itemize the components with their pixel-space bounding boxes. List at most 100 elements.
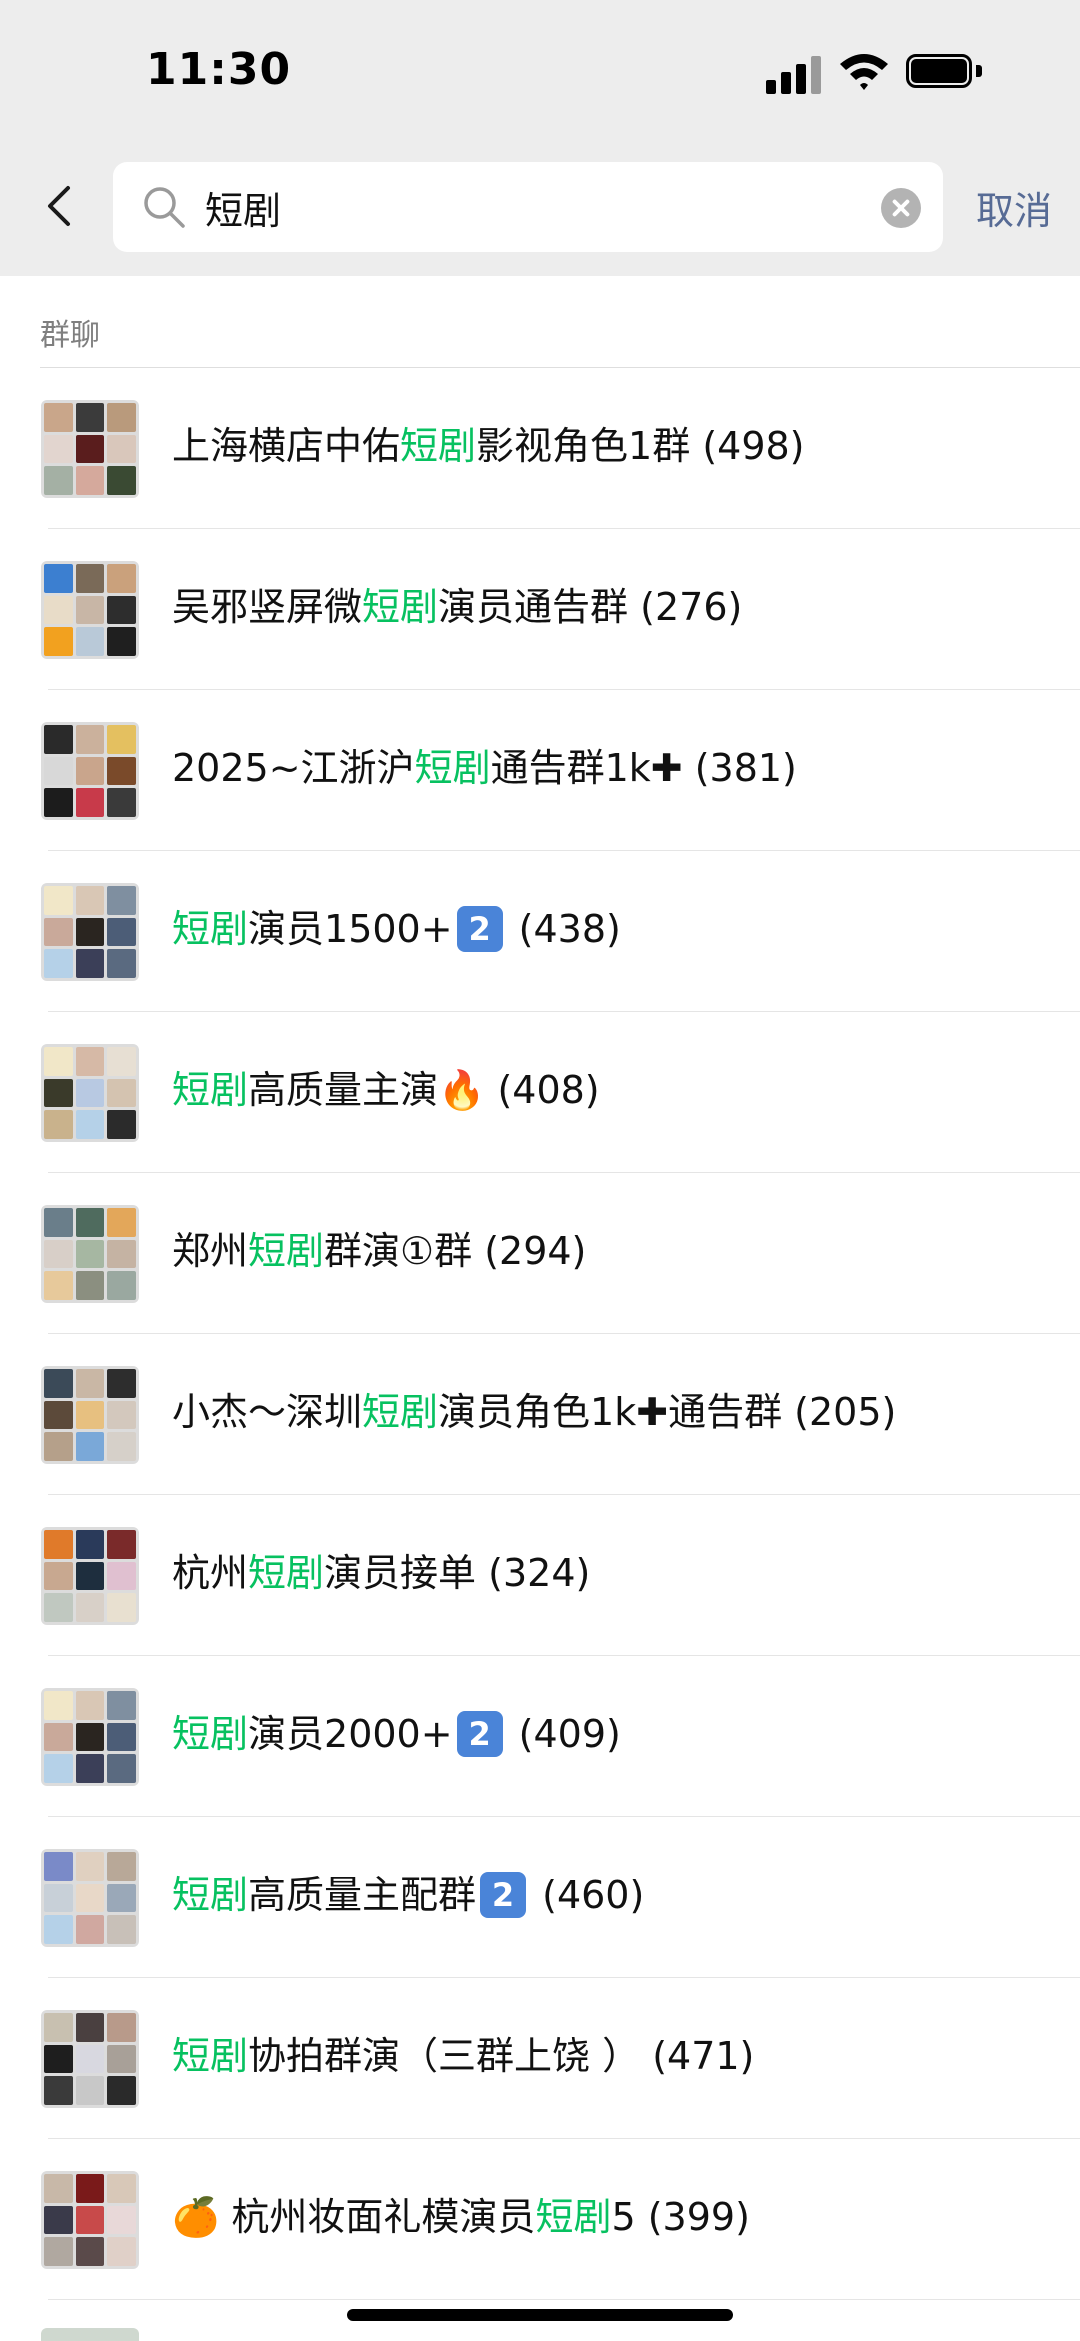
keyword-highlight: 短剧 (362, 585, 439, 629)
keyword-highlight: 短剧 (172, 1068, 249, 1112)
group-name: 短剧演员2000+ 2 (409) (172, 1704, 621, 1764)
group-name: 杭州短剧演员接单 (324) (172, 1543, 590, 1603)
group-name-suffix: 通告群1k (490, 746, 651, 790)
leading-emoji: 🍊 (172, 2195, 220, 2239)
status-bar: 11:30 (0, 0, 1080, 140)
group-avatar (41, 1688, 139, 1786)
keyword-highlight: 短剧 (414, 746, 491, 790)
group-chat-result-row[interactable]: 短剧高质量主配群 2 (460) (0, 1817, 1080, 1978)
keycap-badge: 2 (456, 906, 503, 952)
group-chat-result-row[interactable]: 杭州短剧演员接单 (324) (0, 1495, 1080, 1656)
group-name-prefix: 杭州 (172, 1551, 249, 1595)
group-name: 郑州短剧群演①群 (294) (172, 1221, 586, 1281)
group-chat-result-row[interactable]: 小杰～深圳短剧演员角色1k✚通告群 (205) (0, 1334, 1080, 1495)
group-chat-result-row[interactable]: 短剧协拍群演（三群上饶 ） (471) (0, 1978, 1080, 2139)
group-name: 上海横店中佑短剧影视角色1群 (498) (172, 416, 805, 476)
member-count: (399) (647, 2195, 750, 2239)
status-time: 11:30 (146, 44, 292, 95)
keyword-highlight: 短剧 (172, 1873, 249, 1917)
group-avatar (41, 2010, 139, 2108)
group-name-suffix: 高质量主配群 (248, 1873, 477, 1917)
group-name: 短剧演员1500+ 2 (438) (172, 899, 621, 959)
group-chat-result-row[interactable]: 短剧演员1500+ 2 (438) (0, 851, 1080, 1012)
section-header: 群聊 (0, 276, 1080, 368)
member-count: (471) (652, 2034, 755, 2078)
group-avatar (41, 561, 139, 659)
keyword-highlight: 短剧 (172, 907, 249, 951)
section-title: 群聊 (40, 318, 100, 353)
group-avatar (41, 722, 139, 820)
keycap-badge: 2 (480, 1872, 527, 1918)
cancel-button[interactable]: 取消 (976, 180, 1052, 235)
member-count: (408) (497, 1068, 600, 1112)
group-name-prefix: 2025~江浙沪 (172, 746, 415, 790)
group-avatar (41, 2171, 139, 2269)
member-count: (276) (640, 585, 743, 629)
group-avatar (41, 400, 139, 498)
group-name-prefix: 杭州妆面礼模演员 (231, 2195, 536, 2239)
group-name-suffix: 演员1500+ (248, 907, 453, 951)
group-name-prefix: 郑州 (172, 1229, 249, 1273)
group-avatar (41, 1366, 139, 1464)
clear-search-icon[interactable] (881, 188, 921, 228)
group-name: 2025~江浙沪短剧通告群1k✚ (381) (172, 738, 797, 798)
member-count: (381) (694, 746, 797, 790)
search-icon (144, 187, 185, 228)
keyword-highlight: 短剧 (248, 1229, 325, 1273)
group-name-suffix: 高质量主演 (248, 1068, 439, 1112)
group-chat-result-row[interactable]: 郑州短剧群演①群 (294) (0, 1173, 1080, 1334)
plus-emoji: ✚ (650, 746, 683, 790)
member-count: (460) (542, 1873, 645, 1917)
wifi-icon (840, 54, 888, 90)
keyword-highlight: 短剧 (400, 424, 477, 468)
keyword-highlight: 短剧 (248, 1551, 325, 1595)
group-name: 短剧高质量主配群 2 (460) (172, 1865, 644, 1925)
group-name-suffix: 5 (611, 2195, 636, 2239)
group-name: 短剧协拍群演（三群上饶 ） (471) (172, 2026, 754, 2086)
group-name-suffix: 群演①群 (324, 1229, 473, 1273)
member-count: (498) (702, 424, 805, 468)
group-name-suffix: 演员接单 (324, 1551, 477, 1595)
group-name-suffix: 演员通告群 (438, 585, 629, 629)
group-name-suffix: 影视角色1群 (476, 424, 691, 468)
search-input[interactable] (205, 180, 855, 234)
group-avatar (41, 1205, 139, 1303)
cellular-signal-icon (766, 54, 824, 94)
group-chat-result-row[interactable]: 上海横店中佑短剧影视角色1群 (498) (0, 368, 1080, 529)
member-count: (409) (518, 1712, 621, 1756)
member-count: (205) (794, 1390, 897, 1434)
group-name-suffix: 演员角色1k (438, 1390, 637, 1434)
search-box[interactable] (113, 162, 943, 252)
search-header: 取消 (0, 140, 1080, 276)
member-count: (324) (488, 1551, 591, 1595)
group-name-prefix: 小杰～深圳 (172, 1390, 363, 1434)
keyword-highlight: 短剧 (535, 2195, 612, 2239)
member-count: (294) (484, 1229, 587, 1273)
group-name-suffix-2: 通告群 (668, 1390, 783, 1434)
group-name-prefix: 上海横店中佑 (172, 424, 401, 468)
keyword-highlight: 短剧 (172, 1712, 249, 1756)
battery-icon (906, 54, 984, 90)
group-name: 小杰～深圳短剧演员角色1k✚通告群 (205) (172, 1382, 896, 1442)
group-chat-result-row[interactable]: 🍊 杭州妆面礼模演员短剧5 (399) (0, 2139, 1080, 2300)
group-name: 短剧高质量主演🔥 (408) (172, 1060, 600, 1120)
group-chat-result-row[interactable]: 吴邪竖屏微短剧演员通告群 (276) (0, 529, 1080, 690)
group-avatar (41, 1044, 139, 1142)
group-chat-result-row[interactable]: 2025~江浙沪短剧通告群1k✚ (381) (0, 690, 1080, 851)
back-chevron-icon[interactable] (36, 176, 80, 236)
fire-emoji: 🔥 (438, 1068, 486, 1112)
group-chat-result-row[interactable]: 短剧高质量主演🔥 (408) (0, 1012, 1080, 1173)
keycap-badge: 2 (456, 1711, 503, 1757)
group-chat-result-row[interactable]: 短剧演员2000+ 2 (409) (0, 1656, 1080, 1817)
group-avatar (41, 883, 139, 981)
group-name: 吴邪竖屏微短剧演员通告群 (276) (172, 577, 742, 637)
keyword-highlight: 短剧 (362, 1390, 439, 1434)
group-name-prefix: 吴邪竖屏微 (172, 585, 363, 629)
group-name-suffix: 协拍群演（三群上饶 ） (248, 2034, 641, 2078)
group-name: 🍊 杭州妆面礼模演员短剧5 (399) (172, 2187, 750, 2247)
member-count: (438) (518, 907, 621, 951)
home-indicator (347, 2309, 733, 2321)
plus-emoji: ✚ (636, 1390, 669, 1434)
group-avatar (41, 1527, 139, 1625)
partial-avatar (41, 2328, 139, 2341)
